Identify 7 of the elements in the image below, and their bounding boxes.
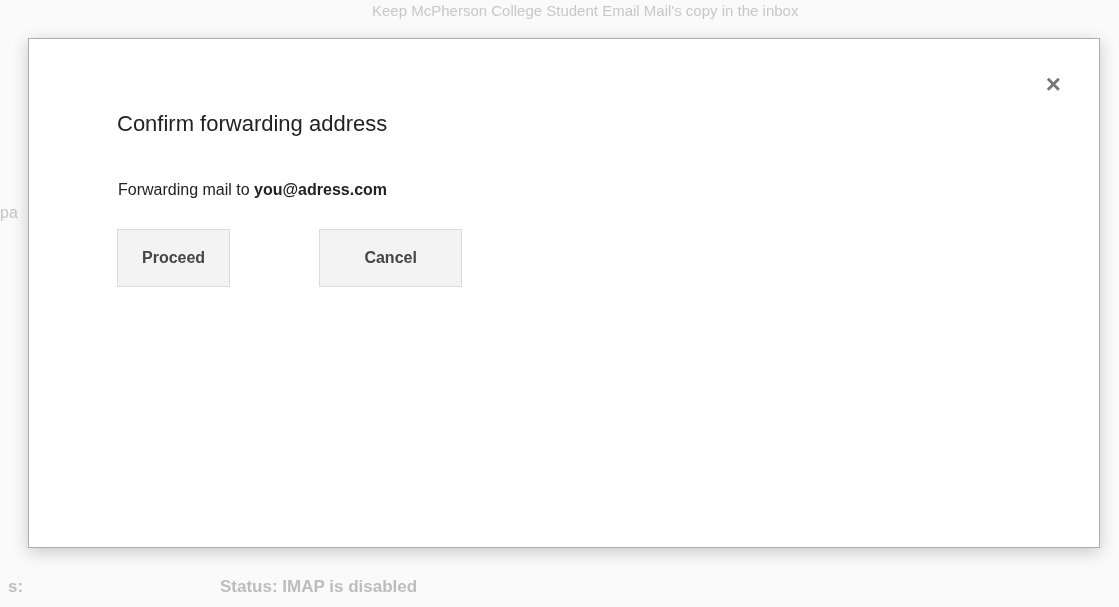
proceed-button[interactable]: Proceed bbox=[117, 229, 231, 287]
dialog-title: Confirm forwarding address bbox=[117, 111, 388, 137]
cancel-button[interactable]: Cancel bbox=[319, 229, 463, 287]
close-button[interactable]: × bbox=[1045, 69, 1061, 99]
dialog-message: Forwarding mail to you@adress.com bbox=[118, 181, 389, 199]
imap-status: Status: IMAP is disabled bbox=[220, 576, 418, 597]
setting-label: s: bbox=[8, 576, 25, 597]
